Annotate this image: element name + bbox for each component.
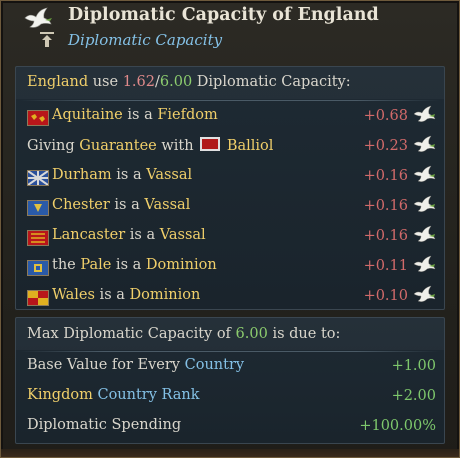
relation-value: +0.16 <box>363 198 408 214</box>
max-item-label[interactable]: Kingdom <box>27 387 93 403</box>
tooltip-title: Diplomatic Capacity of England <box>68 5 379 25</box>
flag-icon[interactable] <box>27 200 49 216</box>
relation-country[interactable]: Pale <box>80 257 111 273</box>
flag-icon[interactable] <box>27 290 49 306</box>
relation-row-chester: Chester is a Vassal +0.16 <box>16 192 444 220</box>
usage-suffix: Diplomatic Capacity: <box>196 74 351 90</box>
max-summary: Max Diplomatic Capacity of 6.00 is due t… <box>16 321 444 349</box>
relation-country-prefix: the <box>52 257 81 273</box>
relation-type[interactable]: Dominion <box>146 257 217 273</box>
dove-icon <box>413 135 436 152</box>
usage-divider <box>20 100 440 101</box>
relation-type[interactable]: Dominion <box>130 287 201 303</box>
relation-type[interactable]: Guarantee <box>79 138 156 154</box>
usage-summary: England use 1.62/6.00 Diplomatic Capacit… <box>16 69 444 97</box>
relation-type[interactable]: Vassal <box>146 167 192 183</box>
relation-text: is a <box>125 227 160 243</box>
flag-icon[interactable] <box>27 110 49 126</box>
max-item-spending: Diplomatic Spending +100.00% <box>16 412 444 440</box>
relation-country[interactable]: Lancaster <box>52 227 125 243</box>
relation-row-lancaster: Lancaster is a Vassal +0.16 <box>16 222 444 250</box>
relation-text: is a <box>122 107 158 123</box>
relation-text: with <box>156 138 199 154</box>
usage-use-text: use <box>92 74 119 90</box>
relation-country[interactable]: Aquitaine <box>52 107 123 123</box>
relation-row-wales: Wales is a Dominion +0.10 <box>16 282 444 310</box>
relation-value: +0.16 <box>363 168 408 184</box>
flag-icon[interactable] <box>27 170 49 186</box>
relation-value: +0.68 <box>363 108 408 124</box>
dove-icon <box>413 225 436 242</box>
max-suffix: is due to: <box>267 326 341 342</box>
relation-value: +0.16 <box>363 228 408 244</box>
relation-text: is a <box>111 257 146 273</box>
usage-used: 1.62 <box>122 74 155 90</box>
max-item-link[interactable]: Country Rank <box>97 387 199 403</box>
relation-type[interactable]: Vassal <box>160 227 206 243</box>
max-item-label: Diplomatic Spending <box>27 417 182 433</box>
max-item-value: +2.00 <box>391 388 436 404</box>
usage-country[interactable]: England <box>27 74 88 90</box>
relation-text: is a <box>111 167 147 183</box>
relation-text: is a <box>109 197 145 213</box>
relation-value: +0.11 <box>363 258 408 274</box>
flag-icon[interactable] <box>200 137 221 151</box>
dove-icon <box>413 105 436 122</box>
relation-country[interactable]: Balliol <box>227 138 274 154</box>
relation-value: +0.10 <box>363 288 408 304</box>
arrow-up-icon <box>40 32 54 47</box>
max-item-kingdom: Kingdom Country Rank +2.00 <box>16 382 444 410</box>
relation-row-durham: Durham is a Vassal +0.16 <box>16 162 444 190</box>
dove-icon <box>413 195 436 212</box>
tooltip-window: Diplomatic Capacity of England Diplomati… <box>0 0 460 458</box>
relation-type[interactable]: Fiefdom <box>157 107 217 123</box>
dove-icon <box>413 285 436 302</box>
dove-icon <box>24 7 52 28</box>
max-value: 6.00 <box>235 326 268 342</box>
relation-type[interactable]: Vassal <box>144 197 190 213</box>
max-item-value: +1.00 <box>391 358 436 374</box>
relation-row-aquitaine: Aquitaine is a Fiefdom +0.68 <box>16 102 444 130</box>
max-item-value: +100.00% <box>359 418 436 434</box>
flag-icon[interactable] <box>27 230 49 246</box>
relation-row-the-pale: the Pale is a Dominion +0.11 <box>16 252 444 280</box>
relation-country[interactable]: Durham <box>52 167 112 183</box>
flag-icon[interactable] <box>27 260 49 276</box>
tooltip-subtitle: Diplomatic Capacity <box>68 31 223 49</box>
bottom-border <box>1 449 459 457</box>
max-prefix: Max Diplomatic Capacity of <box>27 326 236 342</box>
relation-text: Giving <box>27 138 80 154</box>
usage-panel: England use 1.62/6.00 Diplomatic Capacit… <box>15 66 445 310</box>
max-capacity-panel: Max Diplomatic Capacity of 6.00 is due t… <box>15 317 445 444</box>
tooltip-header: Diplomatic Capacity of England Diplomati… <box>1 1 459 59</box>
relation-text: is a <box>94 287 130 303</box>
relation-value: +0.23 <box>363 138 408 154</box>
max-item-base-value: Base Value for Every Country +1.00 <box>16 352 444 380</box>
max-item-label: Base Value for Every <box>27 357 185 373</box>
relation-row-balliol: Giving Guarantee with Balliol +0.23 <box>16 132 444 160</box>
dove-icon <box>413 255 436 272</box>
usage-total: 6.00 <box>159 74 193 90</box>
dove-icon <box>413 165 436 182</box>
max-item-link[interactable]: Country <box>185 357 244 373</box>
relation-country[interactable]: Wales <box>52 287 95 303</box>
relation-country[interactable]: Chester <box>52 197 110 213</box>
